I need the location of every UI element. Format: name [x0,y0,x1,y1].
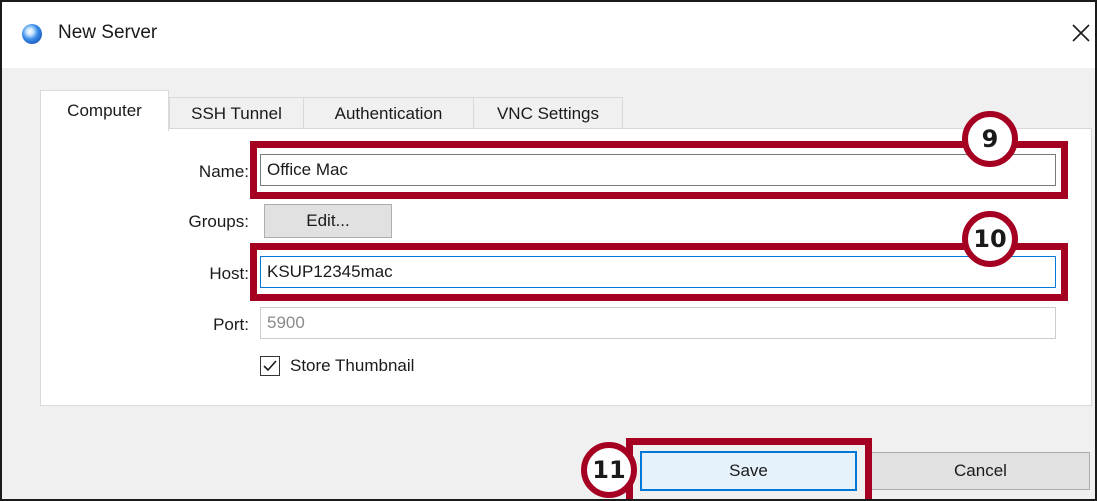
checkmark-icon [263,360,277,372]
groups-edit-button[interactable]: Edit... [264,204,392,238]
groups-edit-button-label: Edit... [306,211,350,230]
port-label: Port: [213,315,249,334]
app-globe-icon [22,24,42,44]
close-button[interactable] [1066,16,1095,50]
tab-authentication-label: Authentication [334,104,443,123]
host-input[interactable] [260,256,1056,288]
new-server-dialog: New Server Computer SSH Tunnel Authentic… [0,0,1097,501]
tab-ssh-tunnel[interactable]: SSH Tunnel [169,97,304,131]
step-11-callout: 11 [581,442,637,498]
save-button-label: Save [729,461,768,480]
tab-computer-label: Computer [67,101,142,120]
step-10-callout: 10 [962,211,1018,267]
name-input[interactable] [260,154,1056,186]
tab-vnc-settings-label: VNC Settings [496,104,600,123]
close-icon [1072,24,1090,42]
window-title: New Server [58,22,158,43]
store-thumbnail-label: Store Thumbnail [290,356,415,375]
cancel-button[interactable]: Cancel [871,452,1090,490]
tab-authentication[interactable]: Authentication [303,97,474,131]
cancel-button-label: Cancel [954,461,1007,480]
store-thumbnail-checkbox[interactable] [260,356,280,376]
save-button[interactable]: Save [640,451,857,491]
step-9-callout: 9 [962,111,1018,167]
tab-ssh-tunnel-label: SSH Tunnel [191,104,282,123]
tab-computer[interactable]: Computer [40,90,169,131]
tab-vnc-settings[interactable]: VNC Settings [473,97,623,131]
title-bar: New Server [2,2,1095,68]
port-input[interactable] [260,307,1056,339]
name-label: Name: [198,162,249,181]
groups-label: Groups: [188,212,249,231]
host-label: Host: [209,264,249,283]
